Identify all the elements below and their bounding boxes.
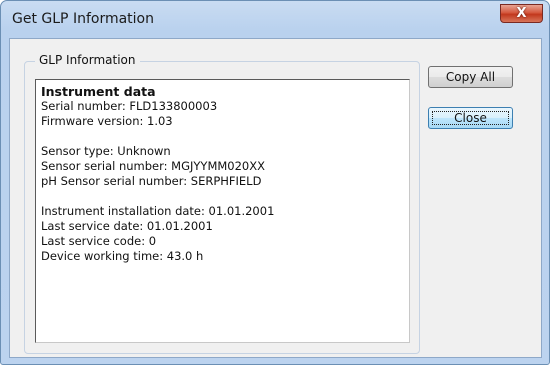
sensor-serial-line: Sensor serial number: MGJYYMM020XX: [41, 159, 265, 173]
serial-number-line: Serial number: FLD133800003: [41, 99, 218, 113]
dialog-client-area: GLP Information Instrument data Serial n…: [9, 38, 542, 358]
glp-info-textarea[interactable]: Instrument data Serial number: FLD133800…: [35, 79, 410, 343]
instrument-data-heading: Instrument data: [41, 84, 156, 99]
last-service-code-line: Last service code: 0: [41, 234, 157, 248]
copy-all-button[interactable]: Copy All: [428, 66, 513, 88]
window-close-button[interactable]: X: [500, 4, 543, 23]
working-time-line: Device working time: 43.0 h: [41, 249, 204, 263]
sensor-type-line: Sensor type: Unknown: [41, 144, 171, 158]
close-button[interactable]: Close: [428, 107, 513, 129]
glp-information-groupbox: GLP Information Instrument data Serial n…: [24, 53, 420, 354]
close-icon: X: [516, 6, 527, 21]
title-bar[interactable]: Get GLP Information X: [1, 1, 549, 39]
firmware-version-line: Firmware version: 1.03: [41, 114, 173, 128]
window-title: Get GLP Information: [12, 11, 154, 27]
last-service-date-line: Last service date: 01.01.2001: [41, 219, 213, 233]
ph-sensor-serial-line: pH Sensor serial number: SERPHFIELD: [41, 174, 262, 188]
close-button-label: Close: [454, 111, 487, 125]
installation-date-line: Instrument installation date: 01.01.2001: [41, 204, 275, 218]
groupbox-label: GLP Information: [35, 53, 140, 67]
glp-dialog-window: Get GLP Information X GLP Information In…: [0, 0, 550, 365]
